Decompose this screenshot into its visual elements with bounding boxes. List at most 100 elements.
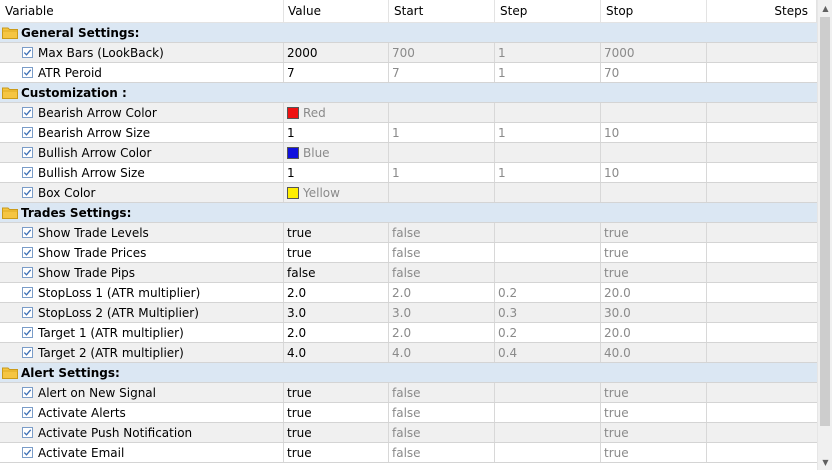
start-cell[interactable]: false [389, 403, 495, 422]
start-cell[interactable]: false [389, 383, 495, 402]
parameter-row[interactable]: Activate Push Notification true false tr… [0, 423, 817, 443]
checkbox-checked-icon[interactable] [22, 387, 33, 398]
group-row[interactable]: Customization : [0, 83, 817, 103]
start-cell[interactable] [389, 103, 495, 122]
value-cell[interactable]: true [284, 423, 389, 442]
stop-cell[interactable]: 10 [601, 123, 707, 142]
start-cell[interactable]: 2.0 [389, 323, 495, 342]
stop-cell[interactable] [601, 183, 707, 202]
column-header-variable[interactable]: Variable [0, 0, 284, 22]
value-cell[interactable]: 2000 [284, 43, 389, 62]
parameter-row[interactable]: Activate Email true false true [0, 443, 817, 463]
vertical-scrollbar[interactable]: ▲ ▼ [817, 0, 832, 470]
parameter-row[interactable]: StopLoss 1 (ATR multiplier) 2.0 2.0 0.2 … [0, 283, 817, 303]
value-cell[interactable]: true [284, 243, 389, 262]
checkbox-checked-icon[interactable] [22, 287, 33, 298]
step-cell[interactable] [495, 443, 601, 462]
start-cell[interactable] [389, 183, 495, 202]
start-cell[interactable]: 2.0 [389, 283, 495, 302]
group-row[interactable]: Alert Settings: [0, 363, 817, 383]
checkbox-checked-icon[interactable] [22, 187, 33, 198]
checkbox-checked-icon[interactable] [22, 267, 33, 278]
stop-cell[interactable]: true [601, 223, 707, 242]
value-cell[interactable]: 7 [284, 63, 389, 82]
stop-cell[interactable]: 20.0 [601, 323, 707, 342]
parameter-row[interactable]: Bullish Arrow Color Blue [0, 143, 817, 163]
start-cell[interactable]: false [389, 223, 495, 242]
value-cell[interactable]: 1 [284, 163, 389, 182]
value-cell[interactable]: Blue [284, 143, 389, 162]
stop-cell[interactable] [601, 143, 707, 162]
stop-cell[interactable]: true [601, 383, 707, 402]
start-cell[interactable]: 3.0 [389, 303, 495, 322]
parameter-row[interactable]: StopLoss 2 (ATR Multiplier) 3.0 3.0 0.3 … [0, 303, 817, 323]
value-cell[interactable]: 1 [284, 123, 389, 142]
stop-cell[interactable]: 20.0 [601, 283, 707, 302]
start-cell[interactable] [389, 143, 495, 162]
step-cell[interactable] [495, 103, 601, 122]
value-cell[interactable]: true [284, 403, 389, 422]
parameter-row[interactable]: Bearish Arrow Size 1 1 1 10 [0, 123, 817, 143]
value-cell[interactable]: 2.0 [284, 283, 389, 302]
step-cell[interactable]: 1 [495, 43, 601, 62]
scrollbar-thumb[interactable] [820, 17, 830, 426]
value-cell[interactable]: true [284, 223, 389, 242]
parameter-row[interactable]: Target 1 (ATR multiplier) 2.0 2.0 0.2 20… [0, 323, 817, 343]
parameter-row[interactable]: Show Trade Prices true false true [0, 243, 817, 263]
start-cell[interactable]: 4.0 [389, 343, 495, 362]
checkbox-checked-icon[interactable] [22, 307, 33, 318]
step-cell[interactable] [495, 423, 601, 442]
column-header-steps[interactable]: Steps [707, 0, 817, 22]
checkbox-checked-icon[interactable] [22, 327, 33, 338]
step-cell[interactable]: 0.2 [495, 283, 601, 302]
step-cell[interactable]: 1 [495, 123, 601, 142]
start-cell[interactable]: 1 [389, 163, 495, 182]
stop-cell[interactable]: 30.0 [601, 303, 707, 322]
step-cell[interactable] [495, 223, 601, 242]
value-cell[interactable]: Yellow [284, 183, 389, 202]
group-row[interactable]: General Settings: [0, 23, 817, 43]
start-cell[interactable]: 7 [389, 63, 495, 82]
value-cell[interactable]: 3.0 [284, 303, 389, 322]
step-cell[interactable] [495, 383, 601, 402]
step-cell[interactable] [495, 143, 601, 162]
start-cell[interactable]: false [389, 263, 495, 282]
column-header-value[interactable]: Value [284, 0, 389, 22]
checkbox-checked-icon[interactable] [22, 227, 33, 238]
scroll-up-arrow-icon[interactable]: ▲ [818, 0, 832, 16]
column-header-stop[interactable]: Stop [601, 0, 707, 22]
checkbox-checked-icon[interactable] [22, 107, 33, 118]
step-cell[interactable]: 0.3 [495, 303, 601, 322]
step-cell[interactable] [495, 403, 601, 422]
step-cell[interactable]: 0.2 [495, 323, 601, 342]
step-cell[interactable]: 1 [495, 163, 601, 182]
parameter-row[interactable]: Target 2 (ATR multiplier) 4.0 4.0 0.4 40… [0, 343, 817, 363]
start-cell[interactable]: 700 [389, 43, 495, 62]
stop-cell[interactable]: 40.0 [601, 343, 707, 362]
step-cell[interactable] [495, 243, 601, 262]
value-cell[interactable]: 4.0 [284, 343, 389, 362]
step-cell[interactable] [495, 263, 601, 282]
parameter-row[interactable]: Bearish Arrow Color Red [0, 103, 817, 123]
start-cell[interactable]: 1 [389, 123, 495, 142]
value-cell[interactable]: 2.0 [284, 323, 389, 342]
stop-cell[interactable]: true [601, 443, 707, 462]
stop-cell[interactable]: 10 [601, 163, 707, 182]
stop-cell[interactable]: 70 [601, 63, 707, 82]
stop-cell[interactable]: true [601, 263, 707, 282]
checkbox-checked-icon[interactable] [22, 407, 33, 418]
checkbox-checked-icon[interactable] [22, 427, 33, 438]
checkbox-checked-icon[interactable] [22, 147, 33, 158]
group-row[interactable]: Trades Settings: [0, 203, 817, 223]
step-cell[interactable]: 1 [495, 63, 601, 82]
start-cell[interactable]: false [389, 423, 495, 442]
parameter-row[interactable]: Activate Alerts true false true [0, 403, 817, 423]
column-header-start[interactable]: Start [389, 0, 495, 22]
parameter-row[interactable]: ATR Peroid 7 7 1 70 [0, 63, 817, 83]
parameter-row[interactable]: Bullish Arrow Size 1 1 1 10 [0, 163, 817, 183]
value-cell[interactable]: true [284, 443, 389, 462]
stop-cell[interactable]: 7000 [601, 43, 707, 62]
parameter-row[interactable]: Alert on New Signal true false true [0, 383, 817, 403]
start-cell[interactable]: false [389, 243, 495, 262]
column-header-step[interactable]: Step [495, 0, 601, 22]
